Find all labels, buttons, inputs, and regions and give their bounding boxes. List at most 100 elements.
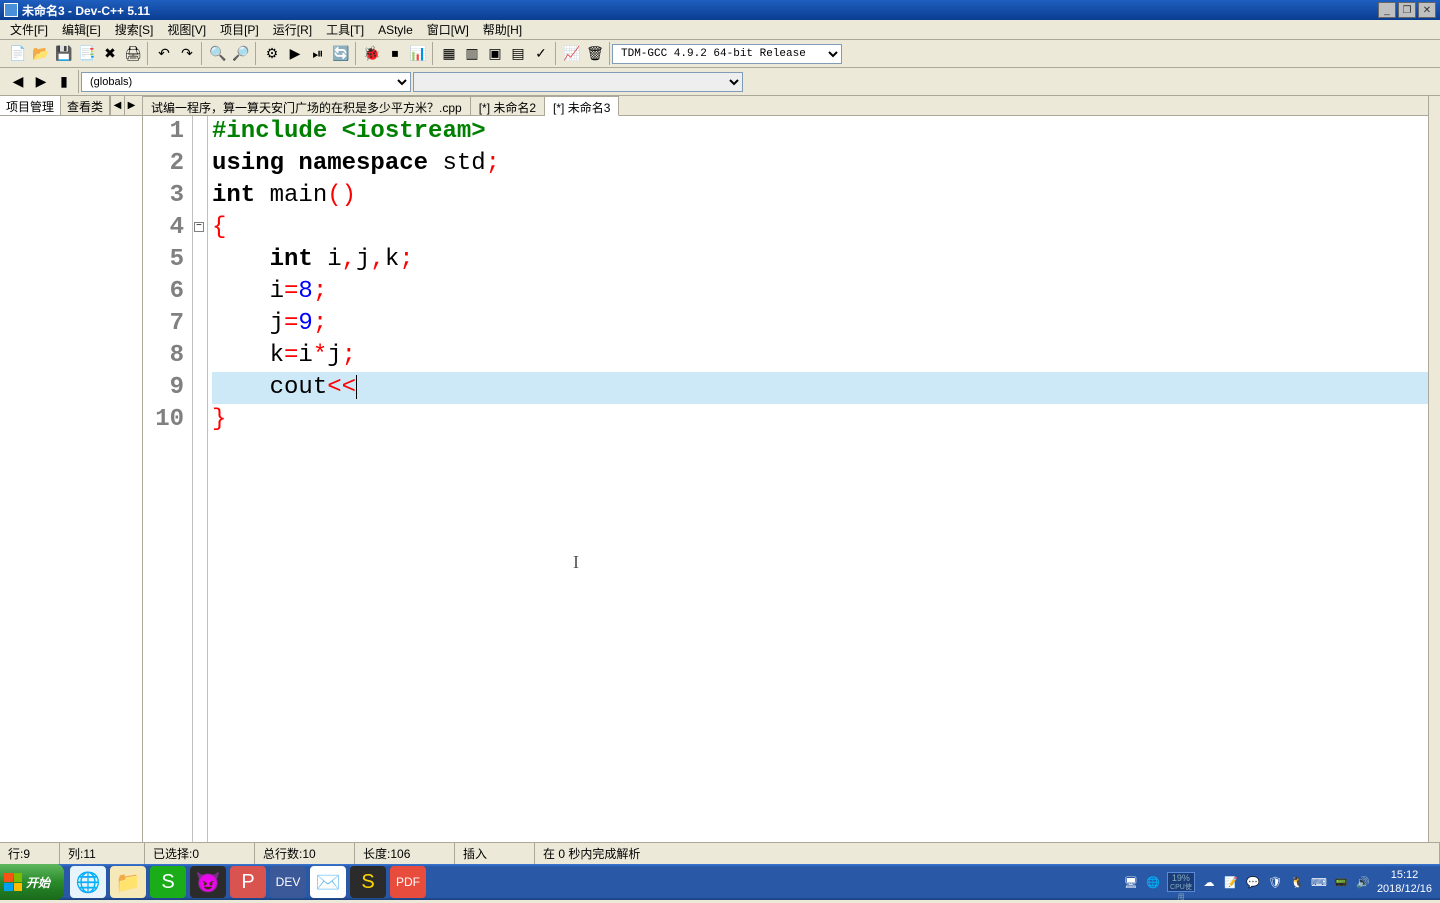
- save-icon[interactable]: 💾: [53, 43, 75, 65]
- back-icon[interactable]: ◀: [7, 71, 29, 93]
- bookmark2-icon[interactable]: ▮: [53, 71, 75, 93]
- code-editor[interactable]: 12345678910 − #include <iostream>using n…: [143, 116, 1428, 842]
- cpu-indicator[interactable]: 19% CPU使用: [1167, 872, 1195, 892]
- function-select[interactable]: [413, 72, 743, 92]
- code-line[interactable]: }: [212, 404, 1428, 436]
- app-s2-icon[interactable]: S: [350, 866, 386, 898]
- goto-icon[interactable]: ▤: [507, 43, 529, 65]
- right-scroll-area[interactable]: [1428, 96, 1440, 842]
- insert-icon[interactable]: ▥: [461, 43, 483, 65]
- compile-run-icon[interactable]: ⏯: [307, 43, 329, 65]
- tray-safe-icon[interactable]: 🛡: [1267, 874, 1283, 890]
- open-file-icon[interactable]: 📂: [30, 43, 52, 65]
- code-line[interactable]: int i,j,k;: [212, 244, 1428, 276]
- tray-network-icon[interactable]: 🌐: [1145, 874, 1161, 890]
- menu-run[interactable]: 运行[R]: [267, 19, 318, 40]
- clock[interactable]: 15:12 2018/12/16: [1377, 868, 1432, 896]
- body-area: 项目管理 查看类 ◀ ▶ 试编一程序，算一算天安门广场的在积是多少平方米？.cp…: [0, 96, 1440, 842]
- find-icon[interactable]: 🔍: [207, 43, 229, 65]
- file-tab[interactable]: 试编一程序，算一算天安门广场的在积是多少平方米？.cpp: [143, 96, 471, 115]
- tray-desktop-icon[interactable]: 🖥: [1123, 874, 1139, 890]
- close-button[interactable]: ✕: [1418, 2, 1436, 18]
- redo-icon[interactable]: ↷: [176, 43, 198, 65]
- globals-select[interactable]: (globals): [81, 72, 411, 92]
- explorer-icon[interactable]: 📁: [110, 866, 146, 898]
- clock-time: 15:12: [1377, 868, 1432, 882]
- editor-panel: 试编一程序，算一算天安门广场的在积是多少平方米？.cpp[*] 未命名2[*] …: [143, 96, 1428, 842]
- rebuild-icon[interactable]: 🔄: [330, 43, 352, 65]
- debug-icon[interactable]: 🐞: [361, 43, 383, 65]
- print-icon[interactable]: 🖨: [122, 43, 144, 65]
- new-class-icon[interactable]: ▦: [438, 43, 460, 65]
- code-line[interactable]: j=9;: [212, 308, 1428, 340]
- code-line[interactable]: {: [212, 212, 1428, 244]
- tray-note-icon[interactable]: 📝: [1223, 874, 1239, 890]
- line-number: 1: [143, 116, 184, 148]
- new-file-icon[interactable]: 📄: [7, 43, 29, 65]
- menu-window[interactable]: 窗口[W]: [421, 19, 475, 40]
- file-tab[interactable]: [*] 未命名3: [545, 96, 619, 116]
- file-tab[interactable]: [*] 未命名2: [471, 96, 545, 115]
- devcpp-icon[interactable]: DEV: [270, 866, 306, 898]
- status-sel-label: 已选择:: [153, 845, 192, 862]
- code-line[interactable]: k=i*j;: [212, 340, 1428, 372]
- menu-help[interactable]: 帮助[H]: [477, 19, 528, 40]
- tray-cloud-icon[interactable]: ☁: [1201, 874, 1217, 890]
- mail-icon[interactable]: ✉️: [310, 866, 346, 898]
- profile-icon[interactable]: 📊: [407, 43, 429, 65]
- tray-usb-icon[interactable]: 📟: [1333, 874, 1349, 890]
- stop-icon[interactable]: ⏹: [384, 43, 406, 65]
- restore-button[interactable]: ❐: [1398, 2, 1416, 18]
- replace-icon[interactable]: 🔎: [230, 43, 252, 65]
- code-content[interactable]: #include <iostream>using namespace std;i…: [207, 116, 1428, 842]
- code-line[interactable]: #include <iostream>: [212, 116, 1428, 148]
- app-s-icon[interactable]: S: [150, 866, 186, 898]
- pdf-icon[interactable]: PDF: [390, 866, 426, 898]
- file-tabs: 试编一程序，算一算天安门广场的在积是多少平方米？.cpp[*] 未命名2[*] …: [143, 96, 1428, 116]
- cpu-label: CPU使用: [1168, 883, 1194, 903]
- chart-icon[interactable]: 📈: [561, 43, 583, 65]
- status-lines-value: 10: [302, 847, 315, 861]
- compiler-select[interactable]: TDM-GCC 4.9.2 64-bit Release: [612, 44, 842, 64]
- tab-nav-left-icon[interactable]: ◀: [110, 96, 124, 115]
- forward-icon[interactable]: ▶: [30, 71, 52, 93]
- tray-input-icon[interactable]: ⌨: [1311, 874, 1327, 890]
- compile-icon[interactable]: ⚙: [261, 43, 283, 65]
- save-all-icon[interactable]: 📑: [76, 43, 98, 65]
- code-line[interactable]: cout<<: [212, 372, 1428, 404]
- minimize-button[interactable]: _: [1378, 2, 1396, 18]
- tray-volume-icon[interactable]: 🔊: [1355, 874, 1371, 890]
- start-label: 开始: [26, 874, 50, 891]
- clock-date: 2018/12/16: [1377, 882, 1432, 896]
- tab-project-manager[interactable]: 项目管理: [0, 96, 61, 115]
- app-dark-icon[interactable]: 😈: [190, 866, 226, 898]
- run-icon[interactable]: ▶: [284, 43, 306, 65]
- bookmark-icon[interactable]: ▣: [484, 43, 506, 65]
- tray-qq-icon[interactable]: 🐧: [1289, 874, 1305, 890]
- app-p-icon[interactable]: P: [230, 866, 266, 898]
- line-number: 5: [143, 244, 184, 276]
- code-line[interactable]: i=8;: [212, 276, 1428, 308]
- status-len-value: 106: [390, 847, 410, 861]
- close-file-icon[interactable]: ✖: [99, 43, 121, 65]
- check-icon[interactable]: ✓: [530, 43, 552, 65]
- fold-marker-icon[interactable]: −: [194, 222, 204, 232]
- menu-search[interactable]: 搜索[S]: [109, 19, 160, 40]
- menu-view[interactable]: 视图[V]: [161, 19, 212, 40]
- menu-project[interactable]: 项目[P]: [214, 19, 265, 40]
- tab-class-view[interactable]: 查看类: [61, 96, 110, 115]
- ie-icon[interactable]: 🌐: [70, 866, 106, 898]
- menu-tools[interactable]: 工具[T]: [320, 19, 370, 40]
- code-line[interactable]: using namespace std;: [212, 148, 1428, 180]
- tray-wechat-icon[interactable]: 💬: [1245, 874, 1261, 890]
- undo-icon[interactable]: ↶: [153, 43, 175, 65]
- start-button[interactable]: 开始: [0, 864, 64, 900]
- menu-file[interactable]: 文件[F]: [4, 19, 54, 40]
- code-line[interactable]: int main(): [212, 180, 1428, 212]
- trash-icon[interactable]: 🗑: [584, 43, 606, 65]
- menu-edit[interactable]: 编辑[E]: [56, 19, 107, 40]
- line-gutter: 12345678910: [143, 116, 193, 842]
- tab-nav-right-icon[interactable]: ▶: [124, 96, 138, 115]
- line-number: 8: [143, 340, 184, 372]
- menu-astyle[interactable]: AStyle: [372, 21, 419, 39]
